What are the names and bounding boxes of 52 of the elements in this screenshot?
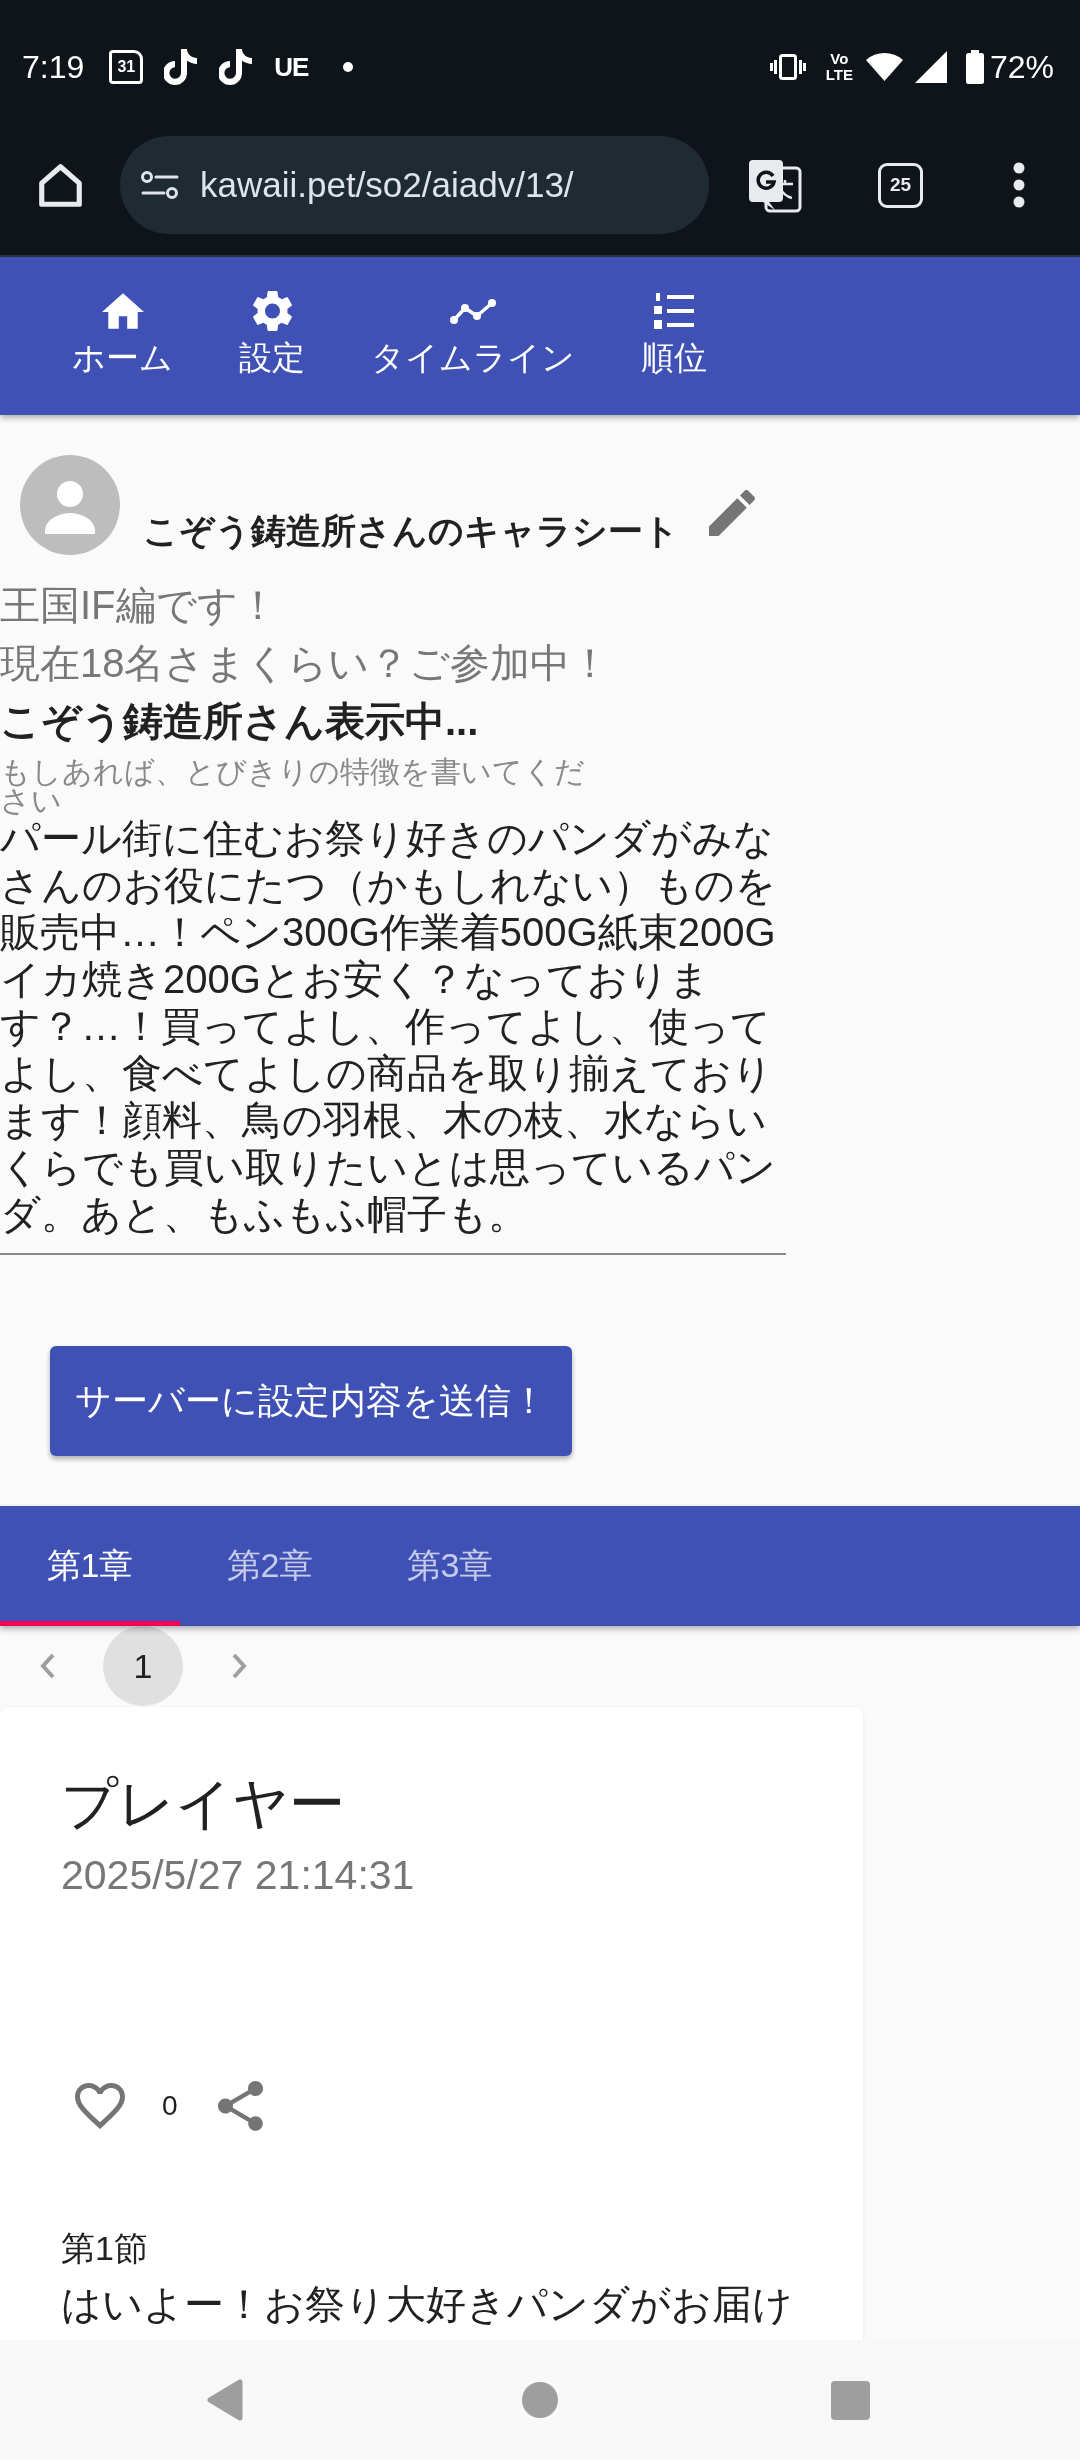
post-date: 2025/5/27 21:14:31 [61, 1851, 416, 1899]
settings-icon [251, 290, 293, 332]
avatar-icon [20, 455, 120, 555]
tune-icon[interactable] [141, 170, 179, 200]
sheet-title: こぞう鋳造所さんのキャラシート [143, 510, 679, 553]
music-note-icon [219, 49, 254, 85]
house-icon [101, 293, 144, 329]
wifi-icon [865, 53, 903, 81]
floating-label: もしあれば、とびきりの特徴を書いてください [0, 757, 586, 815]
post-title: プレイヤー [61, 1771, 346, 1837]
submit-button[interactable]: サーバーに設定内容を送信！ [50, 1346, 572, 1456]
like-count: 0 [162, 2090, 178, 2122]
home-icon[interactable] [38, 162, 83, 208]
share-icon[interactable] [217, 2081, 263, 2131]
nav-tab[interactable]: 設定 [206, 257, 338, 378]
heart-icon[interactable] [75, 2083, 125, 2129]
music-note-icon [164, 49, 199, 85]
textarea-field[interactable]: もしあれば、とびきりの特徴を書いてください パール街に住むお祭り好きのパンダがみなさんのお役にたつ（かもしれない）ものを販売中…！ペン300G作業着500G紙束200Gイカ焼き200Gとお安く？なっております？…！買ってよし、作ってよし、使ってよし、食べてよしの商品を取り揃えております！顔料、鳥の羽根、木の枝、水ならいくらでも買い取りたいとは思っているパンダ。あと、もふもふ帽子も。 [0, 757, 786, 1255]
menu-icon[interactable] [1013, 162, 1025, 208]
chapter-tab[interactable]: 第2章 [180, 1506, 360, 1626]
translate-icon[interactable] [747, 157, 802, 213]
vibrate-icon [769, 54, 806, 80]
address-field[interactable]: kawaii.pet/so2/aiadv/13/ [120, 136, 709, 234]
home-circle-icon[interactable] [522, 2382, 558, 2418]
numbered-list-icon [654, 293, 694, 329]
dot-icon [343, 62, 354, 72]
status-time: 7:19 [22, 48, 85, 87]
battery-icon [965, 50, 984, 84]
line-chart-icon [450, 297, 496, 325]
network-type-label: Vo LTE [825, 51, 853, 83]
post-body-text: はいよー！お祭り大好きパンダがお届け [61, 2281, 794, 2328]
battery-percent: 72% [989, 48, 1054, 87]
page-button[interactable]: 1 [103, 1626, 183, 1706]
nav-tab[interactable]: ホーム [39, 257, 206, 378]
notice-text: 現在18名さまくらい？ご参加中！ [0, 640, 612, 687]
tab-switcher-button[interactable]: 25 [878, 162, 923, 208]
recents-icon[interactable] [831, 2380, 870, 2420]
chevron-left-icon [40, 1653, 56, 1679]
textarea-value: パール街に住むお祭り好きのパンダがみなさんのお役にたつ（かもしれない）ものを販売中…！ペン300G作業着500G紙束200Gイカ焼き200Gとお安く？なっております？…！買ってよし、作ってよし、使ってよし、食べてよしの商品を取り揃えております！顔料、鳥の羽根、木の枝、水ならいくらでも買い取りたいとは思っているパンダ。あと、もふもふ帽子も。 [0, 816, 777, 1238]
calendar-icon: 31 [109, 50, 144, 84]
nav-tab[interactable]: 順位 [608, 257, 740, 378]
pencil-icon[interactable] [709, 490, 755, 536]
nav-tab[interactable]: タイムライン [338, 257, 608, 378]
notification-label: UE [274, 51, 309, 83]
back-icon[interactable] [207, 2379, 243, 2421]
chapter-tab[interactable]: 第3章 [360, 1506, 540, 1626]
chevron-right-icon [231, 1653, 247, 1679]
signal-icon [914, 51, 947, 83]
chapter-tab[interactable]: 第1章 [0, 1506, 180, 1626]
section-label: 第1節 [61, 2228, 149, 2269]
notice-text: 王国IF編です！ [0, 582, 279, 629]
viewing-status: こぞう鋳造所さん表示中... [0, 698, 480, 745]
